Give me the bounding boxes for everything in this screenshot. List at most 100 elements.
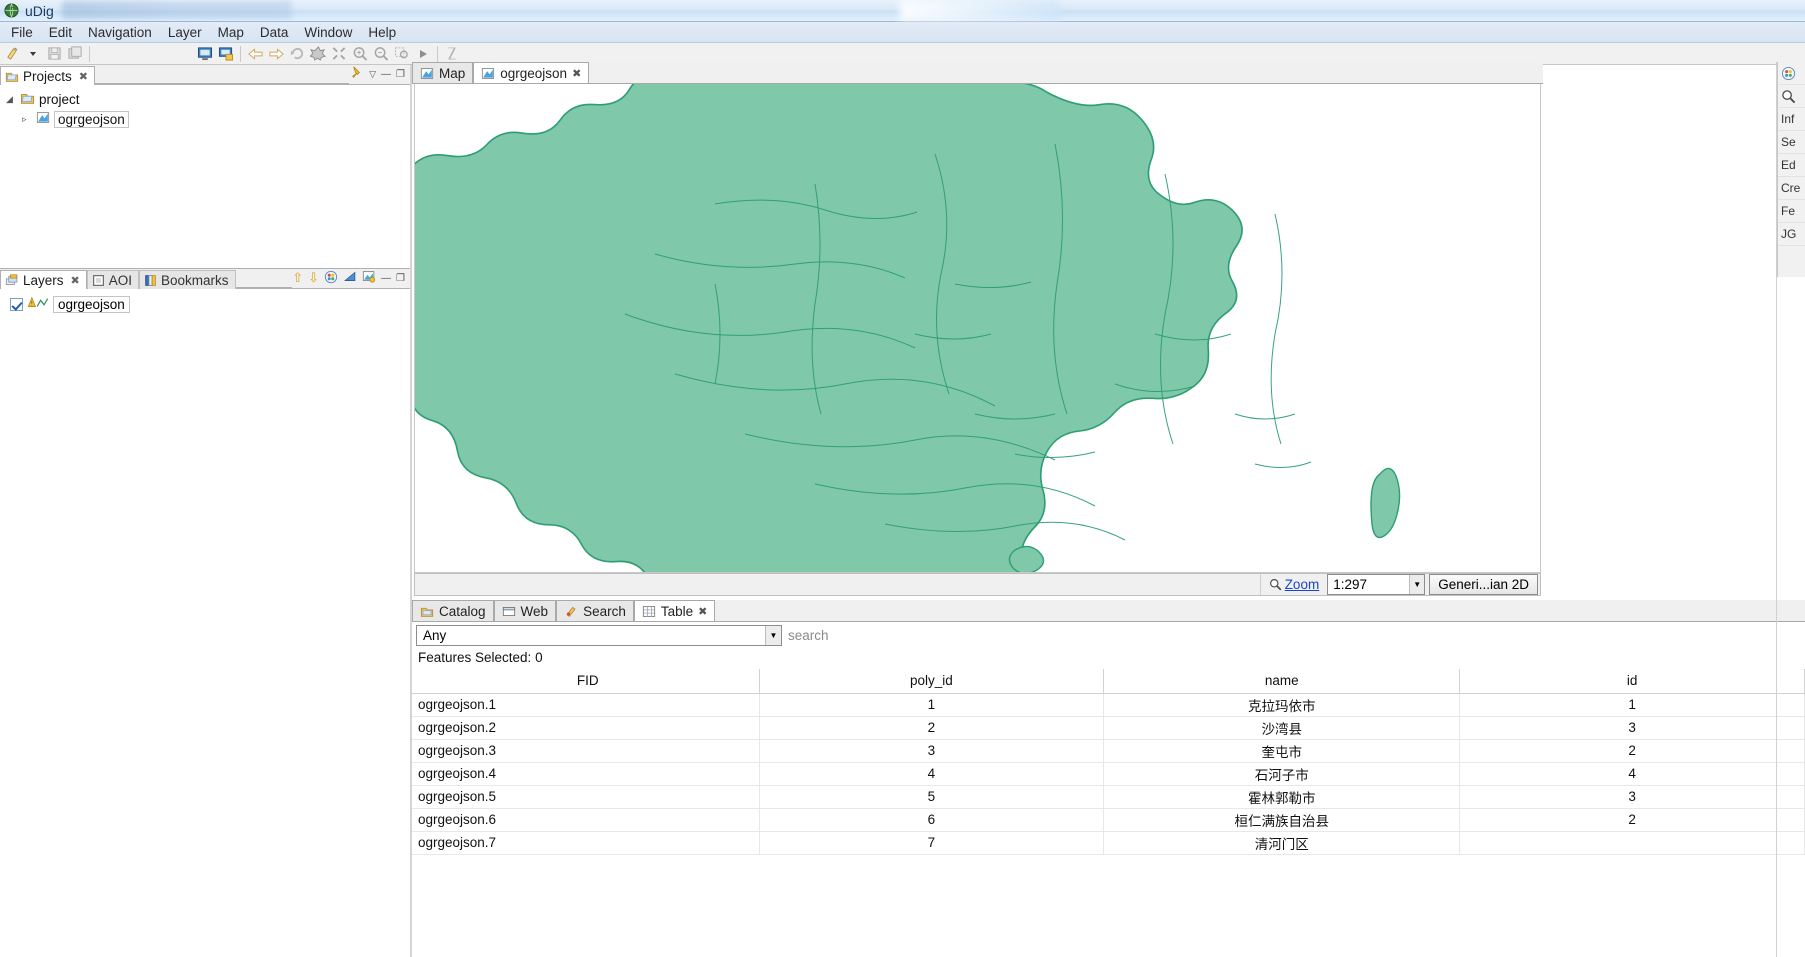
map-canvas[interactable]	[414, 84, 1541, 573]
zoom-selection-icon[interactable]	[392, 44, 412, 63]
tab-catalog[interactable]: Catalog	[412, 600, 494, 621]
tab-bookmarks[interactable]: Bookmarks	[139, 270, 236, 289]
globe-tool-icon[interactable]	[308, 44, 328, 63]
column-header-id[interactable]: id	[1459, 669, 1805, 694]
menu-item-edit[interactable]: Edit	[41, 23, 80, 42]
tab-table[interactable]: Table ✖	[633, 600, 716, 621]
menu-item-map[interactable]: Map	[210, 23, 252, 42]
title-bar: uDig	[0, 0, 1805, 22]
toolbar-separator	[89, 45, 90, 62]
pin-icon[interactable]	[349, 65, 364, 83]
search-icon	[566, 606, 576, 617]
layers-view: Layers ✖ AOI Bookmarks ⇧ ⇩ — ❐ ! ogrgeoj…	[0, 268, 410, 957]
tab-web[interactable]: Web	[493, 600, 557, 621]
cell-id: 3	[1459, 716, 1805, 740]
show-map-icon[interactable]	[195, 44, 215, 63]
table-row[interactable]: ogrgeojson.2 2 沙湾县 3	[412, 716, 1805, 740]
menu-item-window[interactable]: Window	[296, 23, 360, 42]
forward-icon[interactable]	[266, 44, 286, 63]
tab-search[interactable]: Search	[556, 600, 634, 621]
chevron-down-icon[interactable]: ▼	[765, 626, 781, 645]
new-icon[interactable]	[2, 44, 22, 63]
right-item-select[interactable]: Se	[1778, 131, 1805, 154]
tab-ogrgeojson-editor[interactable]: ogrgeojson ✖	[473, 62, 590, 83]
layer-item-ogrgeojson[interactable]: ! ogrgeojson	[0, 293, 410, 315]
tab-projects[interactable]: Projects ✖	[0, 66, 95, 85]
minimize-icon[interactable]: —	[381, 69, 391, 80]
column-header-fid[interactable]: FID	[412, 669, 760, 694]
new-dropdown-icon[interactable]	[23, 44, 43, 63]
table-row[interactable]: ogrgeojson.5 5 霍林郭勒市 3	[412, 785, 1805, 809]
map-status-bar: Zoom 1:297 ▼ Generi...ian 2D	[414, 573, 1541, 596]
cell-fid: ogrgeojson.4	[412, 762, 760, 786]
tab-aoi[interactable]: AOI	[86, 270, 140, 289]
cell-fid: ogrgeojson.6	[412, 808, 760, 832]
cell-name: 清河门区	[1103, 831, 1461, 855]
layers-tab-tools: ⇧ ⇩ — ❐	[292, 269, 410, 288]
measure-icon[interactable]	[442, 44, 462, 63]
menu-item-help[interactable]: Help	[360, 23, 404, 42]
zoom-extent-icon[interactable]	[329, 44, 349, 63]
menu-item-data[interactable]: Data	[252, 23, 297, 42]
table-row[interactable]: ogrgeojson.4 4 石河子市 4	[412, 762, 1805, 786]
palette-icon[interactable]	[1778, 62, 1805, 85]
tab-map[interactable]: Map	[412, 62, 474, 83]
move-up-icon[interactable]: ⇧	[292, 270, 303, 286]
column-header-poly-id[interactable]: poly_id	[759, 669, 1105, 694]
chevron-down-icon[interactable]: ◢	[6, 94, 16, 105]
move-down-icon[interactable]: ⇩	[308, 270, 319, 286]
menu-item-layer[interactable]: Layer	[160, 23, 210, 42]
features-selected-label: Features Selected: 0	[418, 650, 543, 665]
right-item-edit[interactable]: Ed	[1778, 154, 1805, 177]
close-icon[interactable]: ✖	[71, 274, 80, 287]
zoom-out-icon[interactable]	[371, 44, 391, 63]
layer-properties-icon[interactable]	[362, 270, 376, 286]
right-item-feature[interactable]: Fe	[1778, 200, 1805, 223]
play-icon[interactable]	[413, 44, 433, 63]
refresh-icon[interactable]	[287, 44, 307, 63]
tab-filler	[95, 65, 350, 84]
zoom-link[interactable]: Zoom	[1259, 574, 1328, 595]
add-layer-icon[interactable]	[216, 44, 236, 63]
udig-window: uDig File Edit Navigation Layer Map Data…	[0, 0, 1805, 957]
table-row[interactable]: ogrgeojson.3 3 奎屯市 2	[412, 739, 1805, 763]
column-header-name[interactable]: name	[1103, 669, 1461, 694]
style-palette-icon[interactable]	[324, 270, 338, 287]
maximize-icon[interactable]: ❐	[396, 273, 405, 284]
close-icon[interactable]: ✖	[572, 67, 581, 80]
tree-row-project[interactable]: ◢ project	[6, 89, 410, 109]
chevron-right-icon[interactable]: ▹	[22, 114, 32, 125]
close-icon[interactable]: ✖	[698, 605, 707, 618]
minimize-icon[interactable]: —	[381, 273, 391, 284]
chevron-down-icon[interactable]: ▼	[1409, 575, 1425, 594]
search-input[interactable]: search	[782, 625, 1805, 646]
tree-row-ogrgeojson[interactable]: ▹ ogrgeojson	[6, 109, 410, 129]
crs-button[interactable]: Generi...ian 2D	[1429, 574, 1538, 595]
scale-combo[interactable]: 1:297 ▼	[1327, 574, 1426, 595]
save-all-icon	[65, 44, 85, 63]
search-icon[interactable]	[1778, 85, 1805, 108]
back-icon[interactable]	[245, 44, 265, 63]
cell-fid: ogrgeojson.7	[412, 831, 760, 855]
view-menu-icon[interactable]: ▽	[369, 69, 376, 80]
close-icon[interactable]: ✖	[79, 70, 88, 83]
opacity-icon[interactable]	[343, 270, 357, 286]
window-title: uDig	[25, 2, 54, 19]
map-editor: Map ogrgeojson ✖ Zoom 1:297 ▼ Generi...i…	[412, 62, 1543, 596]
table-row[interactable]: ogrgeojson.6 6 桓仁满族自治县 2	[412, 808, 1805, 832]
right-item-create[interactable]: Cre	[1778, 177, 1805, 200]
maximize-icon[interactable]: ❐	[396, 69, 405, 80]
layer-visibility-checkbox[interactable]	[10, 297, 23, 311]
zoom-in-icon[interactable]	[350, 44, 370, 63]
tab-layers[interactable]: Layers ✖	[0, 270, 87, 289]
menu-item-navigation[interactable]: Navigation	[80, 23, 160, 42]
layers-tab-row: Layers ✖ AOI Bookmarks ⇧ ⇩ — ❐	[0, 269, 410, 289]
table-icon	[642, 605, 655, 617]
right-item-info[interactable]: Inf	[1778, 108, 1805, 131]
filter-type-combo[interactable]: Any ▼	[416, 625, 782, 646]
table-row[interactable]: ogrgeojson.1 1 克拉玛依市 1	[412, 693, 1805, 717]
table-row[interactable]: ogrgeojson.7 7 清河门区	[412, 831, 1805, 855]
right-item-jgrass[interactable]: JG	[1778, 223, 1805, 246]
menu-item-file[interactable]: File	[3, 23, 41, 42]
magnifier-icon	[1269, 579, 1282, 591]
